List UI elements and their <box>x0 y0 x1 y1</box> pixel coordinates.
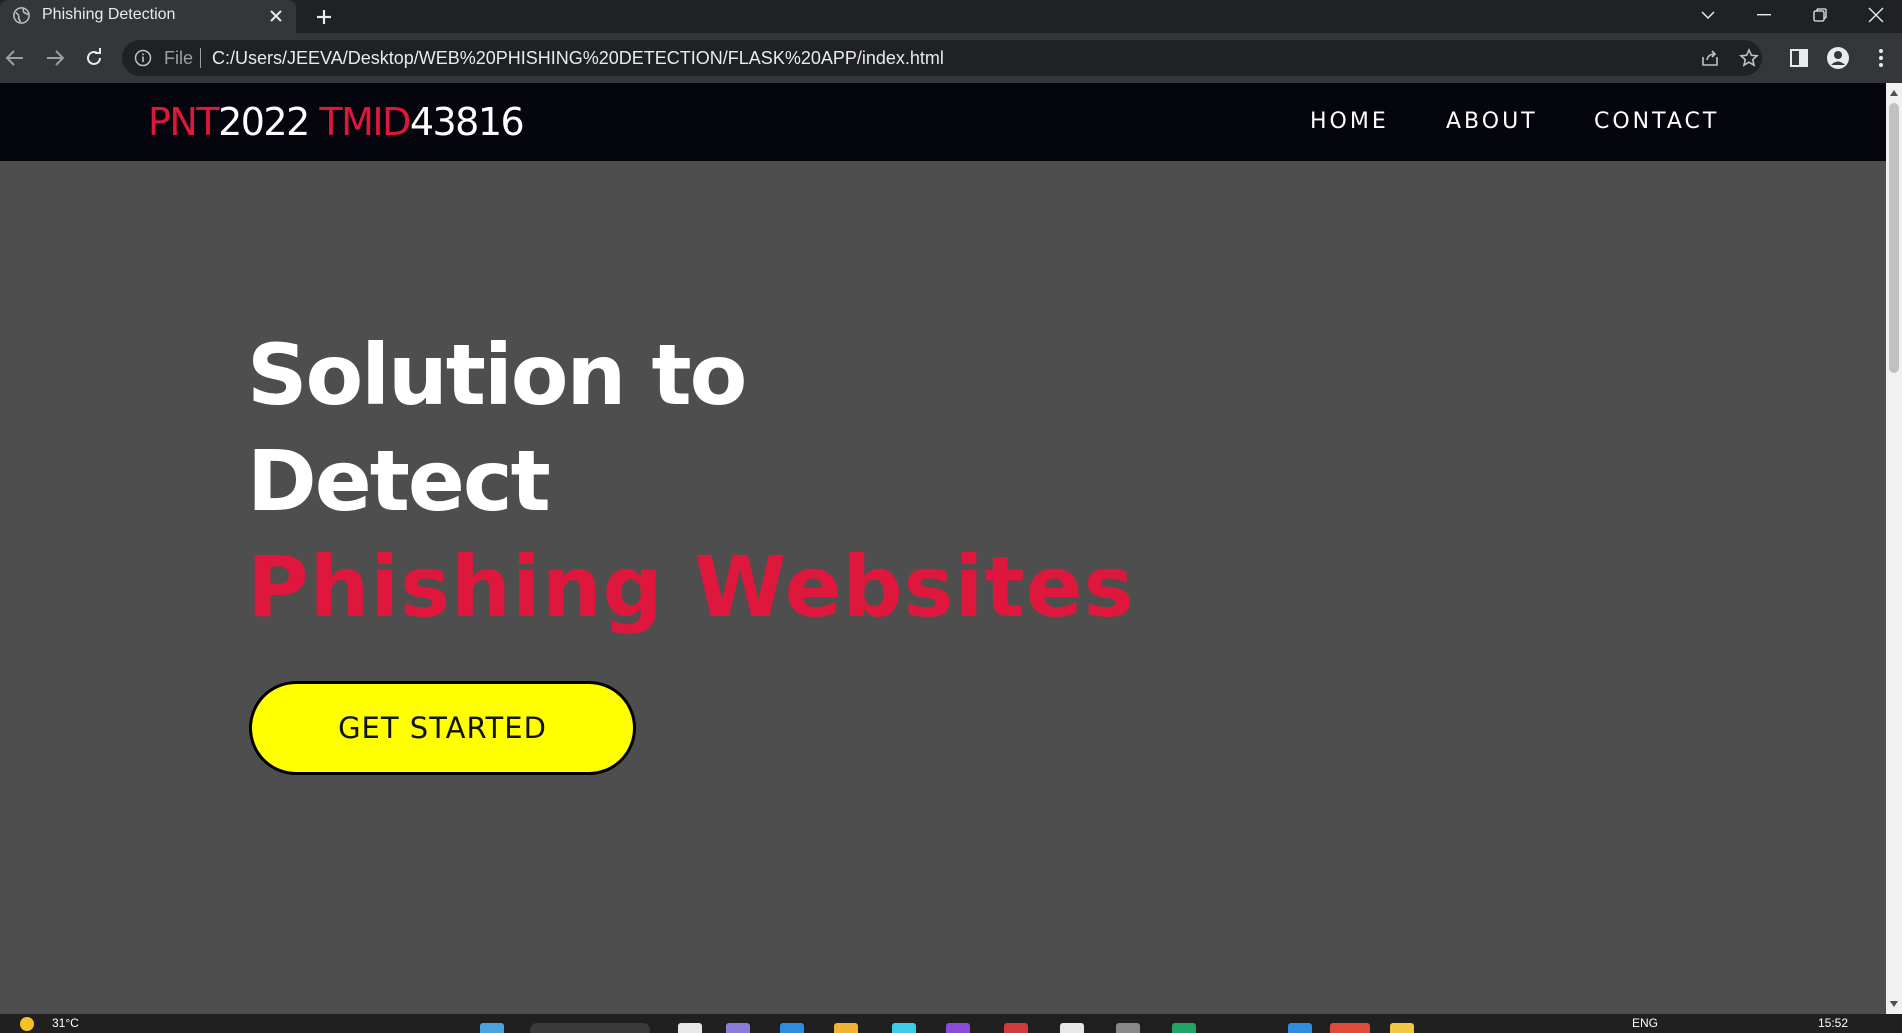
scroll-up-arrow-icon[interactable] <box>1886 85 1902 101</box>
share-icon[interactable] <box>1699 47 1721 69</box>
tab-search-chevron-icon[interactable] <box>1690 2 1726 28</box>
taskbar-app-icon[interactable] <box>1288 1023 1312 1033</box>
new-tab-icon[interactable] <box>312 5 336 29</box>
nav-link-contact[interactable]: CONTACT <box>1594 109 1719 134</box>
globe-icon <box>12 6 31 25</box>
taskbar-app-icon[interactable] <box>678 1023 702 1033</box>
scrollbar-thumb[interactable] <box>1889 103 1899 373</box>
scroll-down-arrow-icon[interactable] <box>1886 996 1902 1012</box>
taskbar-search-box[interactable] <box>530 1023 650 1033</box>
windows-start-icon[interactable] <box>480 1023 504 1033</box>
brand-part-id: 43816 <box>409 100 525 144</box>
nav-link-about[interactable]: ABOUT <box>1446 109 1538 134</box>
chrome-taskbar-icon[interactable] <box>1330 1023 1370 1033</box>
site-info-icon[interactable] <box>134 49 152 67</box>
taskbar-app-icon[interactable] <box>1172 1023 1196 1033</box>
address-scheme-label: File <box>164 48 194 68</box>
taskbar-app-icon[interactable] <box>1116 1023 1140 1033</box>
restore-icon[interactable] <box>1802 2 1838 28</box>
taskbar-app-icon[interactable] <box>892 1023 916 1033</box>
reload-icon[interactable] <box>79 43 109 73</box>
weather-temperature: 31°C <box>52 1016 79 1030</box>
page-viewport: PNT2022 TMID43816 HOME ABOUT CONTACT Sol… <box>0 83 1886 1014</box>
hero-heading-line-1: Solution to <box>247 326 747 424</box>
language-indicator[interactable]: ENG <box>1632 1016 1658 1030</box>
profile-avatar-icon[interactable] <box>1823 43 1853 73</box>
back-arrow-icon[interactable] <box>0 43 30 73</box>
brand-part-tmid: TMID <box>319 100 411 144</box>
folder-icon[interactable] <box>834 1023 858 1033</box>
address-bar[interactable]: File C:/Users/JEEVA/Desktop/WEB%20PHISHI… <box>122 40 1762 76</box>
more-menu-icon[interactable] <box>1866 43 1896 73</box>
taskbar-app-icon[interactable] <box>780 1023 804 1033</box>
close-window-icon[interactable] <box>1858 2 1894 28</box>
close-tab-icon[interactable] <box>266 6 286 26</box>
bookmark-star-icon[interactable] <box>1738 47 1760 69</box>
forward-arrow-icon[interactable] <box>40 43 70 73</box>
minimize-icon[interactable] <box>1746 2 1782 28</box>
address-url[interactable]: C:/Users/JEEVA/Desktop/WEB%20PHISHING%20… <box>212 48 944 69</box>
taskbar-app-icon[interactable] <box>726 1023 750 1033</box>
taskbar-app-icon[interactable] <box>946 1023 970 1033</box>
browser-toolbar: File C:/Users/JEEVA/Desktop/WEB%20PHISHI… <box>0 33 1902 83</box>
site-navbar: PNT2022 TMID43816 HOME ABOUT CONTACT <box>0 83 1886 161</box>
tab-title: Phishing Detection <box>42 6 176 23</box>
hero-heading-line-2: Detect <box>247 432 551 530</box>
browser-tabstrip: Phishing Detection <box>0 0 1902 33</box>
brand-part-pnt: PNT <box>148 100 220 144</box>
os-taskbar: 31°C ENG 15:52 <box>0 1014 1902 1033</box>
taskbar-clock[interactable]: 15:52 <box>1818 1016 1848 1030</box>
hero-heading-accent: Phishing Websites <box>247 538 1135 636</box>
taskbar-app-icon[interactable] <box>1390 1023 1414 1033</box>
site-brand-logo[interactable]: PNT2022 TMID43816 <box>148 100 525 144</box>
side-panel-icon[interactable] <box>1784 43 1814 73</box>
page-scrollbar[interactable] <box>1886 83 1902 1014</box>
taskbar-app-icon[interactable] <box>1060 1023 1084 1033</box>
nav-link-home[interactable]: HOME <box>1310 109 1389 134</box>
address-separator <box>200 48 201 68</box>
brand-part-year: 2022 <box>218 100 320 144</box>
taskbar-app-icon[interactable] <box>1004 1023 1028 1033</box>
browser-tab-active[interactable]: Phishing Detection <box>0 0 296 33</box>
get-started-button[interactable]: GET STARTED <box>249 681 636 775</box>
weather-sun-icon[interactable] <box>20 1017 34 1031</box>
